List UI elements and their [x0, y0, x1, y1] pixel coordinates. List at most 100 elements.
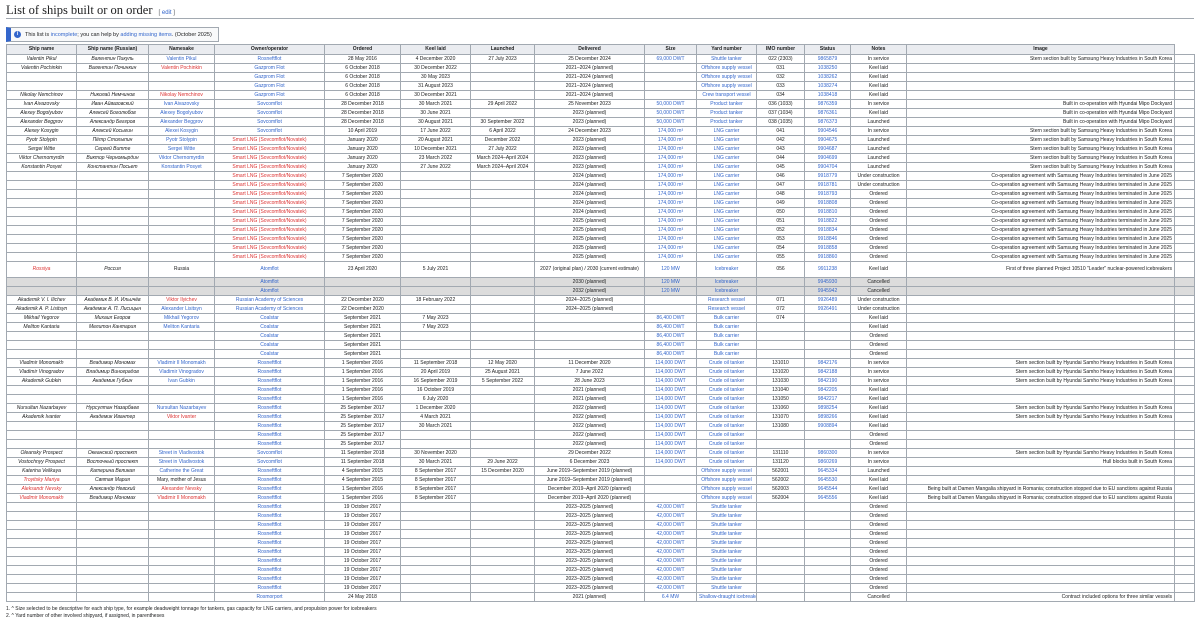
cell-owner-operator[interactable]: Rosneftflot — [214, 565, 325, 575]
cell-imo-number[interactable]: 9645334 — [804, 466, 851, 476]
cell-size[interactable]: 42,000 DWT — [644, 565, 697, 575]
incomplete-link[interactable]: incomplete — [51, 32, 78, 38]
cell-size[interactable]: 174,000 m³ — [644, 144, 697, 154]
cell-type[interactable]: Offshore supply vessel — [696, 475, 757, 485]
cell-type[interactable]: Offshore supply vessel — [696, 63, 757, 73]
cell-owner-operator[interactable]: Gazprom Flot — [214, 72, 325, 82]
cell-owner-operator[interactable]: Atomflot — [214, 286, 325, 296]
cell-type[interactable]: LNG carrier — [696, 225, 757, 235]
cell-owner-operator[interactable]: Atomflot — [214, 277, 325, 287]
cell-owner-operator[interactable]: Smart LNG (Sovcomflot/Novatek) — [214, 135, 325, 145]
cell-owner-operator[interactable]: Rosneftflot — [214, 439, 325, 449]
cell-namesake[interactable]: Pyotr Stolypin — [148, 135, 215, 145]
cell-type[interactable]: LNG carrier — [696, 126, 757, 136]
cell-type[interactable]: LNG carrier — [696, 153, 757, 163]
cell-owner-operator[interactable]: Smart LNG (Sovcomflot/Novatek) — [214, 171, 325, 181]
cell-type[interactable]: Shuttle tanker — [696, 565, 757, 575]
cell-type[interactable]: LNG carrier — [696, 171, 757, 181]
cell-imo-number[interactable]: 9918779 — [804, 171, 851, 181]
cell-owner-operator[interactable]: Coalstar — [214, 331, 325, 341]
cell-type[interactable]: Bulk carrier — [696, 322, 757, 332]
cell-type[interactable]: Icebreaker — [696, 277, 757, 287]
cell-size[interactable]: 114,000 DWT — [644, 439, 697, 449]
cell-owner-operator[interactable]: Rosmorport — [214, 592, 325, 602]
cell-owner-operator[interactable]: Smart LNG (Sovcomflot/Novatek) — [214, 189, 325, 199]
cell-type[interactable]: LNG carrier — [696, 252, 757, 262]
header-launched[interactable]: Launched — [470, 44, 535, 55]
cell-owner-operator[interactable]: Smart LNG (Sovcomflot/Novatek) — [214, 207, 325, 217]
cell-type[interactable]: Crude oil tanker — [696, 403, 757, 413]
cell-size[interactable]: 42,000 DWT — [644, 583, 697, 593]
cell-size[interactable]: 114,000 DWT — [644, 412, 697, 422]
cell-size[interactable]: 174,000 m³ — [644, 216, 697, 226]
cell-imo-number[interactable]: 1038250 — [804, 63, 851, 73]
cell-size[interactable]: 50,000 DWT — [644, 117, 697, 127]
cell-size[interactable]: 114,000 DWT — [644, 376, 697, 386]
cell-owner-operator[interactable]: Rosneftflot — [214, 430, 325, 440]
cell-imo-number[interactable]: 9945930 — [804, 277, 851, 287]
cell-type[interactable]: Offshore supply vessel — [696, 484, 757, 494]
cell-type[interactable]: Crude oil tanker — [696, 430, 757, 440]
cell-imo-number[interactable]: 9904675 — [804, 135, 851, 145]
header-ship-name[interactable]: Ship name — [6, 44, 77, 55]
cell-owner-operator[interactable]: Rosneftflot — [214, 358, 325, 368]
header-size[interactable]: Size — [644, 44, 697, 55]
cell-size[interactable]: 114,000 DWT — [644, 385, 697, 395]
cell-imo-number[interactable]: 9842205 — [804, 385, 851, 395]
cell-namesake[interactable]: Mary, mother of Jesus — [148, 475, 215, 485]
cell-owner-operator[interactable]: Sovcomflot — [214, 99, 325, 109]
cell-owner-operator[interactable]: Rosneftflot — [214, 367, 325, 377]
cell-namesake[interactable]: Valentin Pochinkin — [148, 63, 215, 73]
cell-type[interactable]: Offshore supply vessel — [696, 493, 757, 503]
cell-imo-number[interactable]: 9926491 — [804, 304, 851, 314]
cell-type[interactable]: Shuttle tanker — [696, 529, 757, 539]
cell-owner-operator[interactable]: Rosneftflot — [214, 403, 325, 413]
cell-size[interactable]: 42,000 DWT — [644, 556, 697, 566]
cell-owner-operator[interactable]: Rosneftflot — [214, 520, 325, 530]
cell-owner-operator[interactable]: Smart LNG (Sovcomflot/Novatek) — [214, 153, 325, 163]
cell-size[interactable]: 174,000 m³ — [644, 189, 697, 199]
cell-imo-number[interactable]: 9904687 — [804, 144, 851, 154]
cell-type[interactable]: Product tanker — [696, 99, 757, 109]
header-keel-laid[interactable]: Keel laid — [400, 44, 471, 55]
cell-namesake[interactable]: Alexey Bogolyubov — [148, 108, 215, 118]
header-delivered[interactable]: Delivered — [534, 44, 645, 55]
cell-size[interactable]: 174,000 m³ — [644, 171, 697, 181]
cell-size[interactable]: 42,000 DWT — [644, 538, 697, 548]
cell-namesake[interactable]: Street in Vladivostok — [148, 448, 215, 458]
cell-imo-number[interactable]: 9645556 — [804, 493, 851, 503]
cell-type[interactable]: Crew transport vessel — [696, 90, 757, 100]
cell-owner-operator[interactable]: Gazprom Flot — [214, 90, 325, 100]
cell-size[interactable]: 6.4 MW — [644, 592, 697, 602]
cell-imo-number[interactable]: 9842190 — [804, 376, 851, 386]
cell-namesake[interactable]: Mikhail Yegorov — [148, 313, 215, 323]
cell-type[interactable]: LNG carrier — [696, 207, 757, 217]
cell-type[interactable]: LNG carrier — [696, 162, 757, 172]
cell-owner-operator[interactable]: Gazprom Flot — [214, 81, 325, 91]
adding-items-link[interactable]: adding missing items — [120, 32, 171, 38]
cell-type[interactable]: Crude oil tanker — [696, 448, 757, 458]
edit-link[interactable]: edit — [162, 10, 172, 16]
cell-imo-number[interactable]: 9898266 — [804, 412, 851, 422]
cell-owner-operator[interactable]: Rosneftflot — [214, 466, 325, 476]
cell-imo-number[interactable]: 9908894 — [804, 421, 851, 431]
cell-type[interactable]: Crude oil tanker — [696, 385, 757, 395]
cell-size[interactable]: 114,000 DWT — [644, 448, 697, 458]
cell-owner-operator[interactable]: Smart LNG (Sovcomflot/Novatek) — [214, 243, 325, 253]
cell-owner-operator[interactable]: Sovcomflot — [214, 457, 325, 467]
cell-size[interactable]: 174,000 m³ — [644, 234, 697, 244]
cell-owner-operator[interactable]: Coalstar — [214, 322, 325, 332]
cell-imo-number[interactable]: 9860300 — [804, 448, 851, 458]
header-owner-operator[interactable]: Owner/operator — [214, 44, 325, 55]
cell-size[interactable]: 174,000 m³ — [644, 225, 697, 235]
cell-imo-number[interactable]: 1038418 — [804, 90, 851, 100]
cell-size[interactable]: 42,000 DWT — [644, 529, 697, 539]
cell-type[interactable]: Crude oil tanker — [696, 457, 757, 467]
cell-size[interactable]: 42,000 DWT — [644, 502, 697, 512]
cell-namesake[interactable]: Nikolay Nemchinov — [148, 90, 215, 100]
cell-type[interactable]: LNG carrier — [696, 180, 757, 190]
cell-size[interactable]: 114,000 DWT — [644, 403, 697, 413]
cell-namesake[interactable]: Ivan Aivazovsky — [148, 99, 215, 109]
cell-size[interactable]: 42,000 DWT — [644, 511, 697, 521]
cell-size[interactable]: 42,000 DWT — [644, 574, 697, 584]
